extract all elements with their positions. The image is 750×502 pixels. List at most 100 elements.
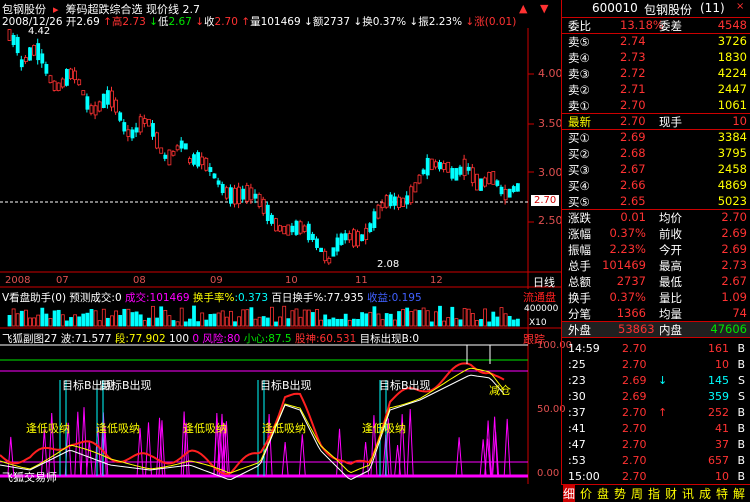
volume-bar	[228, 310, 233, 327]
volume-bar	[257, 316, 262, 327]
stat-label: 换手	[568, 291, 591, 305]
stat-label: 均价	[659, 211, 682, 225]
candle	[101, 93, 106, 108]
candle	[257, 194, 262, 207]
candle	[511, 186, 516, 192]
candle	[380, 202, 385, 209]
scroll-up-icon[interactable]: ▲	[519, 2, 527, 15]
candle	[196, 152, 201, 167]
volume-bar	[233, 321, 237, 327]
close-icon[interactable]: ×	[736, 1, 744, 12]
current-price-tag: 2.70	[531, 195, 560, 206]
ask-row[interactable]: 卖⑤ 2.74 3726	[562, 34, 750, 49]
risk-value: 80	[226, 333, 241, 345]
hundred-day-value: 77.935	[326, 292, 364, 304]
stat-value: 2.69	[721, 242, 747, 256]
ask-volume: 4224	[717, 66, 747, 80]
scroll-down-icon[interactable]: ▼	[540, 2, 548, 15]
candle	[52, 80, 57, 91]
bottom-tab[interactable]: 指	[648, 485, 660, 502]
candle	[110, 90, 114, 108]
indicator-panel-header: 飞狐副图27 波:71.577 段:77.902 100 0 风险:80 小心:…	[2, 333, 420, 345]
volume-bar	[138, 314, 143, 327]
volume-bar	[323, 314, 328, 327]
change-label: 涨	[474, 16, 485, 28]
timeframe-label[interactable]: 日线	[533, 274, 555, 290]
bid-row[interactable]: 买② 2.68 3795	[562, 146, 750, 161]
tick-side: B	[737, 358, 745, 371]
ask-row[interactable]: 卖③ 2.72 4224	[562, 66, 750, 81]
bottom-tab[interactable]: 成	[699, 485, 711, 502]
bottom-tab[interactable]: 讯	[682, 485, 694, 502]
bottom-tab[interactable]: 盘	[597, 485, 609, 502]
bottom-tab[interactable]: 周	[631, 485, 643, 502]
volume-bar	[356, 319, 360, 327]
latest-row: 最新 2.70 现手 10	[562, 114, 750, 129]
ask-row[interactable]: 卖② 2.71 2447	[562, 82, 750, 97]
price-axis-35: 3.50	[538, 117, 563, 130]
gain-value: 0.195	[391, 292, 422, 304]
candle	[516, 183, 520, 192]
volume-bar	[212, 313, 217, 327]
candle	[294, 220, 299, 235]
candle	[392, 196, 397, 206]
tick-side: S	[738, 374, 745, 387]
bid-row[interactable]: 买⑤ 2.65 5023	[562, 194, 750, 209]
ask-row[interactable]: 卖④ 2.73 1830	[562, 50, 750, 65]
volume-bar	[364, 313, 369, 327]
candle	[167, 149, 172, 166]
volume-bar	[151, 305, 155, 327]
ask-price: 2.74	[620, 34, 646, 48]
volume-bar	[372, 306, 377, 327]
vol-label: 成交	[124, 292, 146, 304]
bottom-tab[interactable]: 特	[716, 485, 728, 502]
bottom-tab[interactable]: 价	[580, 485, 592, 502]
volume-bar	[339, 318, 344, 327]
tick-price: 2.70	[622, 406, 647, 419]
bottom-tab[interactable]: 细	[563, 485, 576, 502]
ask-row[interactable]: 卖① 2.70 1061	[562, 98, 750, 113]
volume-bar	[269, 306, 274, 327]
volume-bar	[69, 317, 73, 327]
candle	[446, 161, 451, 173]
stat-label: 最高	[659, 259, 682, 273]
close-value: 2.70	[214, 16, 238, 28]
candle	[417, 174, 422, 184]
candle	[253, 193, 258, 199]
tick-arrow: ↑	[658, 406, 668, 419]
candle	[310, 233, 315, 241]
bid-row[interactable]: 买④ 2.66 4869	[562, 178, 750, 193]
candle	[245, 185, 250, 202]
stat-value: 1.09	[721, 290, 747, 304]
tick-price: 2.70	[622, 438, 647, 451]
volume-label: 量	[250, 16, 261, 28]
volume-bar	[114, 310, 118, 327]
volume-bar	[167, 315, 172, 327]
candle	[323, 250, 328, 262]
volume-bar	[278, 316, 283, 327]
volume-bar	[331, 317, 336, 327]
tick-row: :23 2.69 ↓ 145 S	[562, 374, 750, 388]
volume-bar	[32, 317, 36, 327]
tick-side: B	[737, 422, 745, 435]
bid-row[interactable]: 买① 2.69 3384	[562, 130, 750, 145]
volume-bar	[507, 315, 512, 327]
volume-bar	[413, 309, 418, 327]
volume-bar	[516, 318, 520, 327]
candle	[130, 129, 135, 139]
tick-side: S	[738, 390, 745, 403]
tick-time: :23	[568, 374, 586, 387]
volume-bar	[417, 310, 422, 327]
candle	[106, 90, 110, 105]
bottom-tab[interactable]: 解	[733, 485, 745, 502]
candle	[175, 145, 180, 151]
bottom-tab[interactable]: 财	[665, 485, 677, 502]
candle	[261, 198, 266, 214]
ratio-label: 委比	[568, 19, 591, 33]
tick-volume: 252	[708, 406, 729, 419]
candle	[36, 43, 41, 61]
wave-value: 71.577	[74, 333, 112, 345]
bottom-tab[interactable]: 势	[614, 485, 626, 502]
bid-row[interactable]: 买③ 2.67 2458	[562, 162, 750, 177]
candle	[81, 90, 86, 96]
